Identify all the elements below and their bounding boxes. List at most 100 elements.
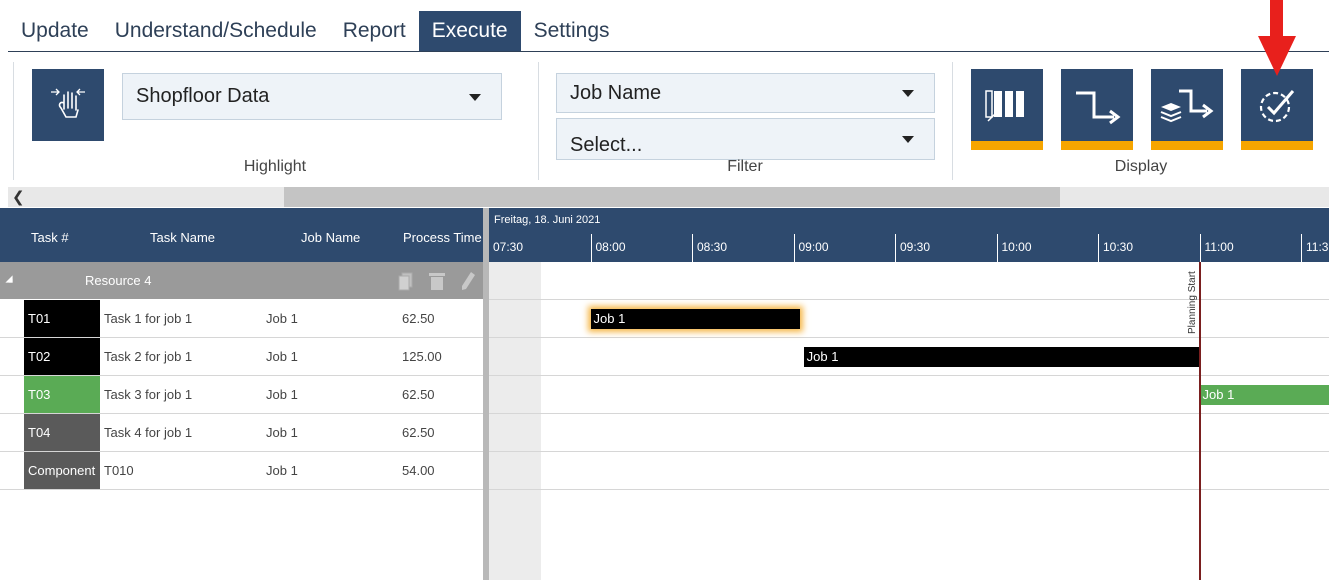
table-row[interactable]: T02 Task 2 for job 1 Job 1 125.00 xyxy=(0,338,483,376)
row-gridline xyxy=(489,337,1329,338)
task-name-cell: Task 4 for job 1 xyxy=(104,425,193,440)
row-gridline xyxy=(489,451,1329,452)
gantt-task-bar[interactable]: Job 1 xyxy=(1199,385,1329,405)
task-name-cell: Task 3 for job 1 xyxy=(104,387,193,402)
active-indicator xyxy=(1061,141,1133,150)
table-row[interactable]: T03 Task 3 for job 1 Job 1 62.50 xyxy=(0,376,483,414)
row-gridline xyxy=(489,375,1329,376)
active-indicator xyxy=(1151,141,1223,150)
dependency-arrow-icon xyxy=(1076,91,1121,125)
group-separator xyxy=(13,62,14,180)
table-row[interactable]: T04 Task 4 for job 1 Job 1 62.50 xyxy=(0,414,483,452)
process-time-cell: 125.00 xyxy=(402,349,442,364)
column-header-task-name[interactable]: Task Name xyxy=(150,230,215,245)
group-label-highlight: Highlight xyxy=(243,158,307,175)
job-name-cell: Job 1 xyxy=(266,463,298,478)
job-name-cell: Job 1 xyxy=(266,311,298,326)
gantt-task-bar[interactable]: Job 1 xyxy=(803,347,1200,367)
column-header-process-time[interactable]: Process Time xyxy=(403,230,482,245)
timeline-tick: 11:00 xyxy=(1199,234,1234,262)
timeline-tick: 07:30 xyxy=(493,240,524,254)
resource-group-label: Resource 4 xyxy=(85,273,152,288)
collapse-triangle-icon[interactable] xyxy=(5,275,13,283)
non-working-time-area xyxy=(489,262,541,580)
filter-value-placeholder: Select... xyxy=(570,133,643,156)
table-row[interactable]: Component T010 Job 1 54.00 xyxy=(0,452,483,490)
task-name-cell: Task 2 for job 1 xyxy=(104,349,193,364)
layers-arrow-icon xyxy=(1160,89,1214,123)
task-name-cell: T010 xyxy=(104,463,134,478)
chevron-down-icon xyxy=(469,93,481,101)
group-label-display: Display xyxy=(1114,158,1168,175)
chevron-down-icon xyxy=(902,90,914,97)
gantt-columns-icon xyxy=(985,90,1024,122)
dashed-check-circle-icon xyxy=(1259,90,1295,123)
timeline-tick: 08:00 xyxy=(590,234,626,262)
row-gridline xyxy=(489,413,1329,414)
display-links-button[interactable] xyxy=(1061,69,1133,141)
planning-start-label: Planning Start xyxy=(1186,271,1198,334)
active-indicator xyxy=(971,141,1043,150)
filter-value-dropdown[interactable]: Select... xyxy=(556,118,935,160)
hand-pointer-icon xyxy=(51,88,85,118)
timeline-tick: 10:30 xyxy=(1098,234,1133,262)
task-id-cell: Component xyxy=(24,452,100,489)
scrollbar-thumb[interactable] xyxy=(284,187,1060,207)
ribbon: Shopfloor Data Highlight Job Name Select… xyxy=(0,52,1329,186)
task-id-cell: T04 xyxy=(24,414,100,451)
process-time-cell: 62.50 xyxy=(402,311,435,326)
tab-report[interactable]: Report xyxy=(330,11,419,51)
timeline-tick: 09:30 xyxy=(895,234,930,262)
group-separator xyxy=(952,62,953,180)
tab-understand-schedule[interactable]: Understand/Schedule xyxy=(102,11,330,51)
highlight-dropdown[interactable]: Shopfloor Data xyxy=(122,73,502,120)
active-indicator xyxy=(1241,141,1313,150)
timeline-tick: 08:30 xyxy=(692,234,727,262)
planning-start-line xyxy=(1198,262,1201,580)
job-name-cell: Job 1 xyxy=(266,387,298,402)
filter-field-value: Job Name xyxy=(570,81,662,104)
tab-execute[interactable]: Execute xyxy=(418,11,521,51)
filter-field-dropdown[interactable]: Job Name xyxy=(556,73,935,113)
gantt-date-label: Freitag, 18. Juni 2021 xyxy=(494,214,601,226)
highlight-hand-button[interactable] xyxy=(32,69,104,141)
highlight-dropdown-value: Shopfloor Data xyxy=(136,85,270,107)
gantt-timeline-header: Freitag, 18. Juni 2021 07:30 08:00 08:30 09… xyxy=(489,208,1329,262)
pencil-icon[interactable] xyxy=(460,271,476,291)
trash-icon[interactable] xyxy=(428,271,446,291)
task-name-cell: Task 1 for job 1 xyxy=(104,311,193,326)
horizontal-scrollbar[interactable]: ❮ xyxy=(8,187,1329,207)
task-id-cell: T01 xyxy=(24,300,100,337)
process-time-cell: 62.50 xyxy=(402,387,435,402)
display-gantt-bars-button[interactable] xyxy=(971,69,1043,141)
group-separator xyxy=(538,62,539,180)
table-row[interactable]: T01 Task 1 for job 1 Job 1 62.50 xyxy=(0,300,483,338)
tab-settings[interactable]: Settings xyxy=(521,11,623,51)
timeline-tick: 09:00 xyxy=(793,234,829,262)
gantt-chart-area[interactable]: Job 1Job 1Job 1Job 1Job 1Planning StartD… xyxy=(489,262,1329,580)
group-label-filter: Filter xyxy=(727,158,763,175)
resource-group-row[interactable]: Resource 4 xyxy=(0,262,483,299)
row-gridline xyxy=(489,299,1329,300)
task-id-cell: T02 xyxy=(24,338,100,375)
red-arrow-annotation xyxy=(1258,0,1296,76)
column-header-task-number[interactable]: Task # xyxy=(31,230,69,245)
menu-bar: Update Understand/Schedule Report Execut… xyxy=(8,0,1329,52)
job-name-cell: Job 1 xyxy=(266,425,298,440)
process-time-cell: 54.00 xyxy=(402,463,435,478)
process-time-cell: 62.50 xyxy=(402,425,435,440)
timeline-tick: 11:30 xyxy=(1301,234,1329,262)
scroll-left-icon[interactable]: ❮ xyxy=(12,188,25,206)
job-name-cell: Job 1 xyxy=(266,349,298,364)
gantt-task-bar[interactable]: Job 1 xyxy=(590,309,801,329)
tab-update[interactable]: Update xyxy=(8,11,102,51)
grid-header: Task # Task Name Job Name Process Time xyxy=(0,208,483,262)
copy-icon[interactable] xyxy=(397,271,415,291)
row-gridline xyxy=(489,489,1329,490)
task-id-cell: T03 xyxy=(24,376,100,413)
display-layered-links-button[interactable] xyxy=(1151,69,1223,141)
column-header-job-name[interactable]: Job Name xyxy=(301,230,360,245)
chevron-down-icon xyxy=(902,136,914,143)
timeline-tick: 10:00 xyxy=(996,234,1032,262)
display-confirm-button[interactable] xyxy=(1241,69,1313,141)
